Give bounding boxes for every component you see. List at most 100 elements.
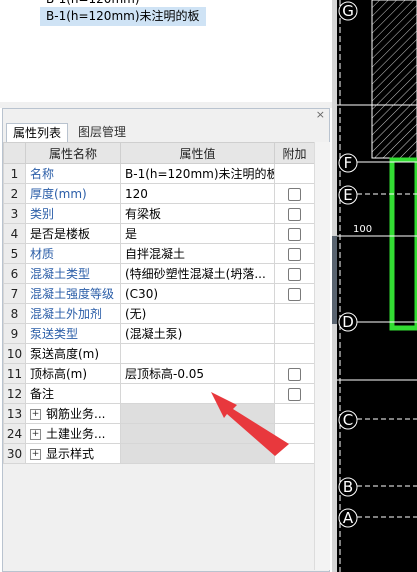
property-value[interactable]: 有梁板 (120, 203, 275, 224)
row-index: 6 (3, 263, 26, 284)
addon-cell (274, 323, 315, 344)
property-name: 顶标高(m) (25, 363, 121, 384)
addon-checkbox[interactable] (288, 367, 301, 381)
expand-icon[interactable]: + (30, 409, 41, 420)
addon-checkbox[interactable] (288, 267, 301, 281)
addon-checkbox[interactable] (288, 247, 301, 261)
row-index: 24 (3, 423, 26, 444)
row-index: 4 (3, 223, 26, 244)
row-index: 30 (3, 443, 26, 464)
addon-cell (274, 403, 315, 424)
property-name: 是否是楼板 (25, 223, 121, 244)
property-name: 泵送高度(m) (25, 343, 121, 364)
addon-cell[interactable] (274, 243, 315, 264)
table-row[interactable]: 8 混凝土外加剂 (无) (3, 303, 315, 324)
table-row[interactable]: 10 泵送高度(m) (3, 343, 315, 364)
table-row[interactable]: 12 备注 (3, 383, 315, 404)
drawing-canvas[interactable]: G F E D C B A 100 (337, 0, 417, 572)
addon-cell[interactable] (274, 183, 315, 204)
header-property-name: 属性名称 (25, 142, 121, 164)
list-item-selected[interactable]: B-1(h=120mm)未注明的板 (40, 7, 206, 26)
row-index: 12 (3, 383, 26, 404)
table-row[interactable]: 3 类别 有梁板 (3, 203, 315, 224)
addon-cell[interactable] (274, 383, 315, 404)
property-value[interactable]: B-1(h=120mm)未注明的板 (120, 163, 275, 184)
addon-checkbox[interactable] (288, 227, 301, 241)
scrollbar[interactable] (314, 142, 330, 570)
property-value[interactable]: 是 (120, 223, 275, 244)
row-index: 9 (3, 323, 26, 344)
addon-cell[interactable] (274, 363, 315, 384)
property-value[interactable] (120, 343, 275, 364)
property-name: 泵送类型 (25, 323, 121, 344)
property-name: 材质 (25, 243, 121, 264)
property-value[interactable]: (混凝土泵) (120, 323, 275, 344)
table-row[interactable]: 11 顶标高(m) 层顶标高-0.05 (3, 363, 315, 384)
row-index: 2 (3, 183, 26, 204)
group-name-cell[interactable]: + 钢筋业务... (25, 403, 121, 424)
property-name: 混凝土类型 (25, 263, 121, 284)
addon-cell (274, 443, 315, 464)
header-index (3, 142, 26, 164)
table-row[interactable]: 1 名称 B-1(h=120mm)未注明的板 (3, 163, 315, 184)
row-index: 8 (3, 303, 26, 324)
axis-label: C (343, 411, 353, 429)
addon-cell (274, 163, 315, 184)
addon-cell[interactable] (274, 263, 315, 284)
table-row[interactable]: 7 混凝土强度等级 (C30) (3, 283, 315, 304)
addon-checkbox[interactable] (288, 387, 301, 401)
row-index: 11 (3, 363, 26, 384)
group-value (120, 423, 275, 444)
close-icon[interactable]: × (316, 109, 325, 121)
group-value (120, 403, 275, 424)
addon-cell[interactable] (274, 223, 315, 244)
axis-label: B (343, 478, 353, 496)
property-value[interactable]: 层顶标高-0.05 (120, 363, 275, 384)
property-value[interactable]: (特细砂塑性混凝土(坍落... (120, 263, 275, 284)
property-value[interactable] (120, 383, 275, 404)
element-list: B-1(h=120mm) B-1(h=120mm)未注明的板 (0, 0, 333, 102)
table-row[interactable]: 9 泵送类型 (混凝土泵) (3, 323, 315, 344)
group-name-cell[interactable]: + 土建业务... (25, 423, 121, 444)
axis-label: E (343, 186, 352, 204)
table-row[interactable]: 6 混凝土类型 (特细砂塑性混凝土(坍落... (3, 263, 315, 284)
tab-layer-management[interactable]: 图层管理 (70, 123, 134, 142)
group-row[interactable]: 30 + 显示样式 (3, 443, 315, 464)
header-property-value: 属性值 (120, 142, 275, 164)
addon-cell[interactable] (274, 283, 315, 304)
axis-label: G (342, 2, 354, 20)
addon-cell[interactable] (274, 203, 315, 224)
property-value[interactable]: 自拌混凝土 (120, 243, 275, 264)
table-row[interactable]: 4 是否是楼板是 (3, 223, 315, 244)
tab-property-list[interactable]: 属性列表 (6, 123, 68, 142)
properties-panel: × 属性列表 图层管理 属性名称 属性值 附加 1 名称 B-1(h=120mm)未… (2, 108, 330, 572)
addon-cell (274, 423, 315, 444)
table-row[interactable]: 5 材质 自拌混凝土 (3, 243, 315, 264)
row-index: 10 (3, 343, 26, 364)
property-value[interactable]: 120 (120, 183, 275, 204)
axis-labels: G FE D C BA 100 (338, 1, 372, 528)
table-header-row: 属性名称 属性值 附加 (3, 142, 315, 164)
row-index: 13 (3, 403, 26, 424)
drawing-svg: G FE D C BA 100 (337, 0, 417, 572)
group-label: 显示样式 (46, 447, 95, 461)
group-value (120, 443, 275, 464)
property-value[interactable]: (无) (120, 303, 275, 324)
row-index: 5 (3, 243, 26, 264)
header-addon: 附加 (274, 142, 315, 164)
addon-checkbox[interactable] (288, 287, 301, 301)
property-value[interactable]: (C30) (120, 283, 275, 304)
group-name-cell[interactable]: + 显示样式 (25, 443, 121, 464)
property-name: 混凝土外加剂 (25, 303, 121, 324)
tab-bar: 属性列表 图层管理 (3, 121, 329, 143)
expand-icon[interactable]: + (30, 449, 41, 460)
dimension-text: 100 (353, 224, 372, 235)
addon-checkbox[interactable] (288, 187, 301, 201)
group-row[interactable]: 24 + 土建业务... (3, 423, 315, 444)
group-row[interactable]: 13 + 钢筋业务... (3, 403, 315, 424)
table-row[interactable]: 2 厚度(mm) 120 (3, 183, 315, 204)
addon-checkbox[interactable] (288, 207, 301, 221)
axis-label: F (344, 154, 353, 172)
expand-icon[interactable]: + (30, 429, 41, 440)
addon-cell (274, 343, 315, 364)
